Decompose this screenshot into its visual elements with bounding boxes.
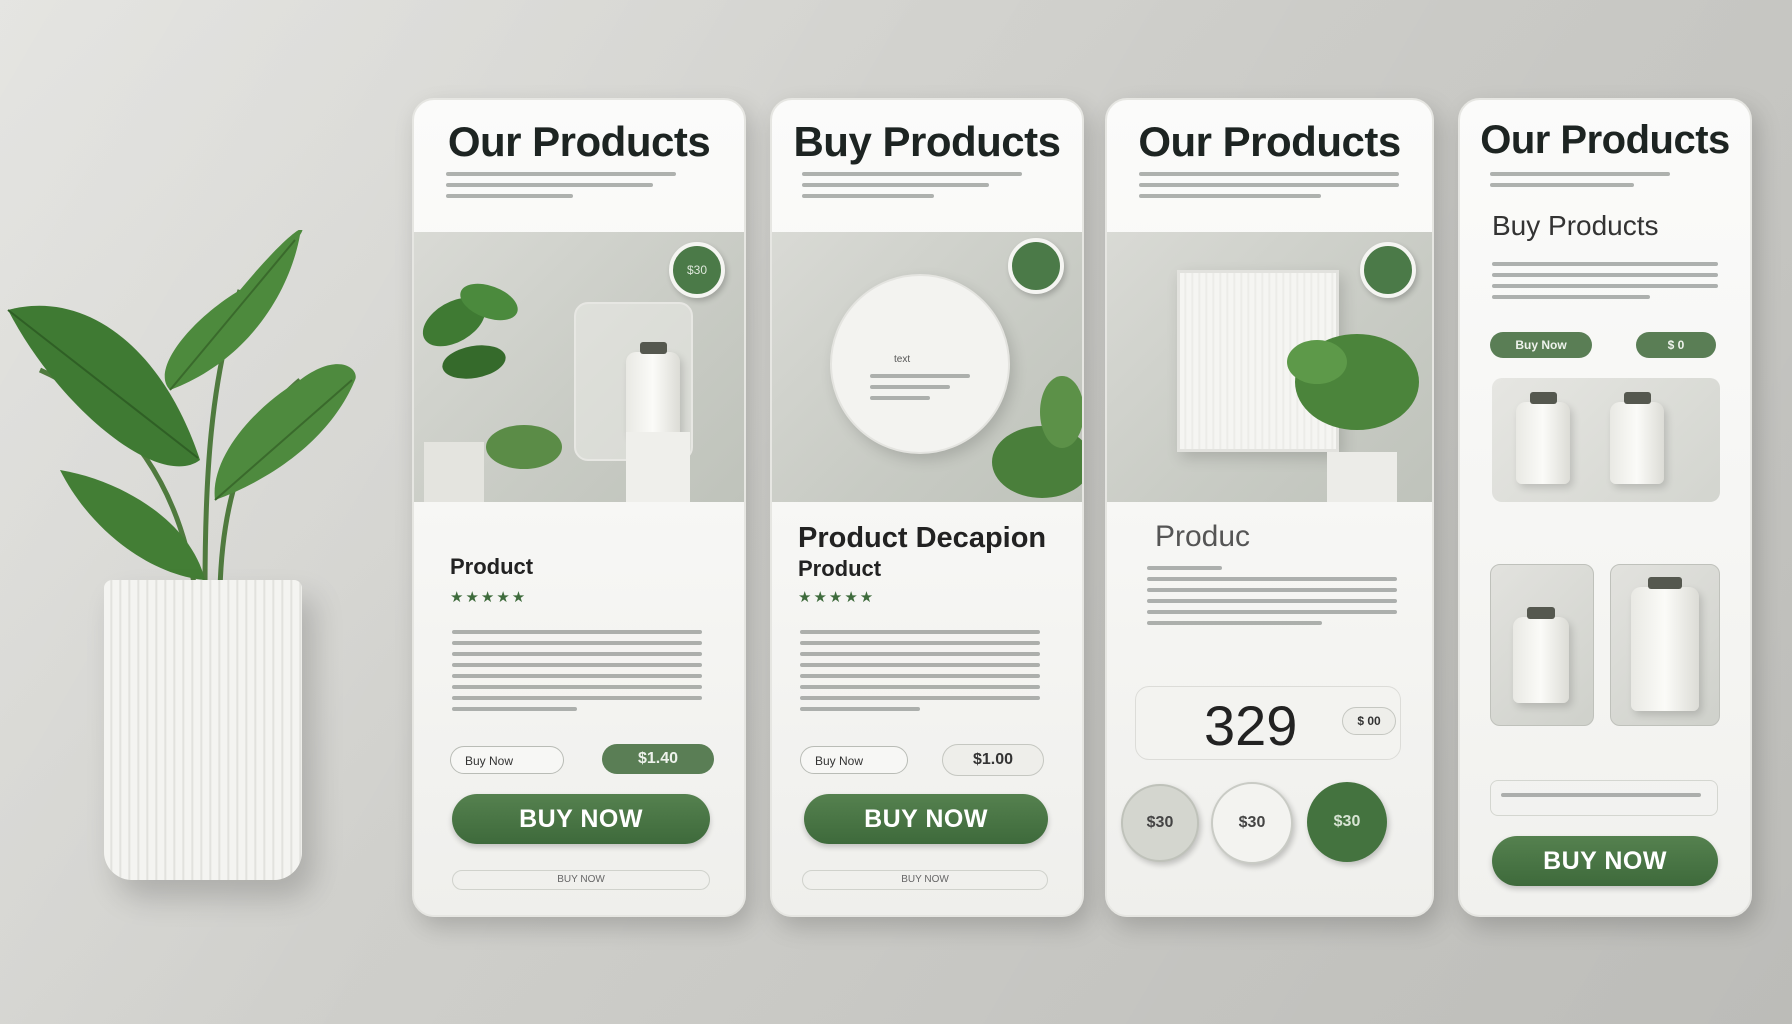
option-button-middle[interactable]: $30 [1211,782,1293,864]
price-big: 329 [1204,694,1298,757]
bottle-image-4 [1631,577,1699,711]
subtitle: Buy Products [1492,210,1659,241]
product-image-top [1492,378,1720,502]
buy-now-button[interactable]: BUY NOW [804,794,1048,844]
buy-now-pill[interactable]: Buy Now [1490,332,1592,358]
product-card-1: Our Products $30 Product ★★★★★ Buy Now $… [412,98,746,917]
pedestal [626,432,690,502]
option-button-left[interactable]: $30 [1121,784,1199,862]
info-row [1490,780,1718,816]
price-badge [1360,242,1416,298]
bottle-image-3 [1513,607,1569,703]
card-title: Buy Products [793,118,1061,165]
intro-text [446,172,676,205]
product-description [1147,566,1397,632]
product-panel: Product Decapion Product ★★★★★ Buy Now $… [772,502,1082,915]
bottle-image [626,342,680,437]
card-title: Our Products [1480,118,1730,162]
subtitle-text [1492,262,1718,306]
product-card-2: Buy Products text Product Decapion Produ… [770,98,1084,917]
intro-text [802,172,1022,205]
product-name: Produc [1155,520,1251,553]
product-name: Product [450,554,534,579]
buy-now-button[interactable]: BUY NOW [452,794,710,844]
price-badge [1008,238,1064,294]
price-small: $ 00 [1342,707,1396,735]
rating-stars: ★★★★★ [798,589,876,606]
footer-link[interactable]: BUY NOW [452,870,710,890]
product-image-left [1490,564,1594,726]
price-pill: $ 0 [1636,332,1716,358]
hero-image: text [772,232,1082,502]
option-button-right[interactable]: $30 [1307,782,1387,862]
price-pill: $1.00 [942,744,1044,776]
product-description [800,630,1040,718]
buy-now-small-button[interactable]: Buy Now [800,746,908,774]
intro-text [1490,172,1670,194]
card-title: Our Products [1138,118,1401,165]
product-card-4: Our Products Buy Products Buy Now $ 0 BU… [1458,98,1752,917]
hero-image: $30 [414,232,744,502]
decorative-plant [0,230,380,890]
rating-stars: ★★★★★ [450,589,528,606]
product-image-right [1610,564,1720,726]
bottle-image-2 [1610,392,1664,484]
plant-pot [104,580,302,880]
card-title: Our Products [447,118,711,165]
price-pill: $1.40 [602,744,714,774]
hero-image [1107,232,1432,502]
product-heading: Product Decapion [798,522,1047,554]
product-panel: Produc 329 $ 00 $30 $30 $30 [1107,502,1432,915]
footer-link[interactable]: BUY NOW [802,870,1048,890]
buy-now-small-button[interactable]: Buy Now [450,746,564,774]
product-panel: Product ★★★★★ Buy Now $1.40 BUY NOW BUY … [414,502,744,915]
product-name: Product [798,556,882,581]
bottle-image-1 [1516,392,1570,484]
buy-now-button[interactable]: BUY NOW [1492,836,1718,886]
intro-text [1139,172,1399,205]
product-description [452,630,702,718]
product-card-3: Our Products Produc 329 $ 00 $30 $30 $30 [1105,98,1434,917]
price-badge: $30 [669,242,725,298]
price-box: 329 $ 00 [1135,686,1401,760]
